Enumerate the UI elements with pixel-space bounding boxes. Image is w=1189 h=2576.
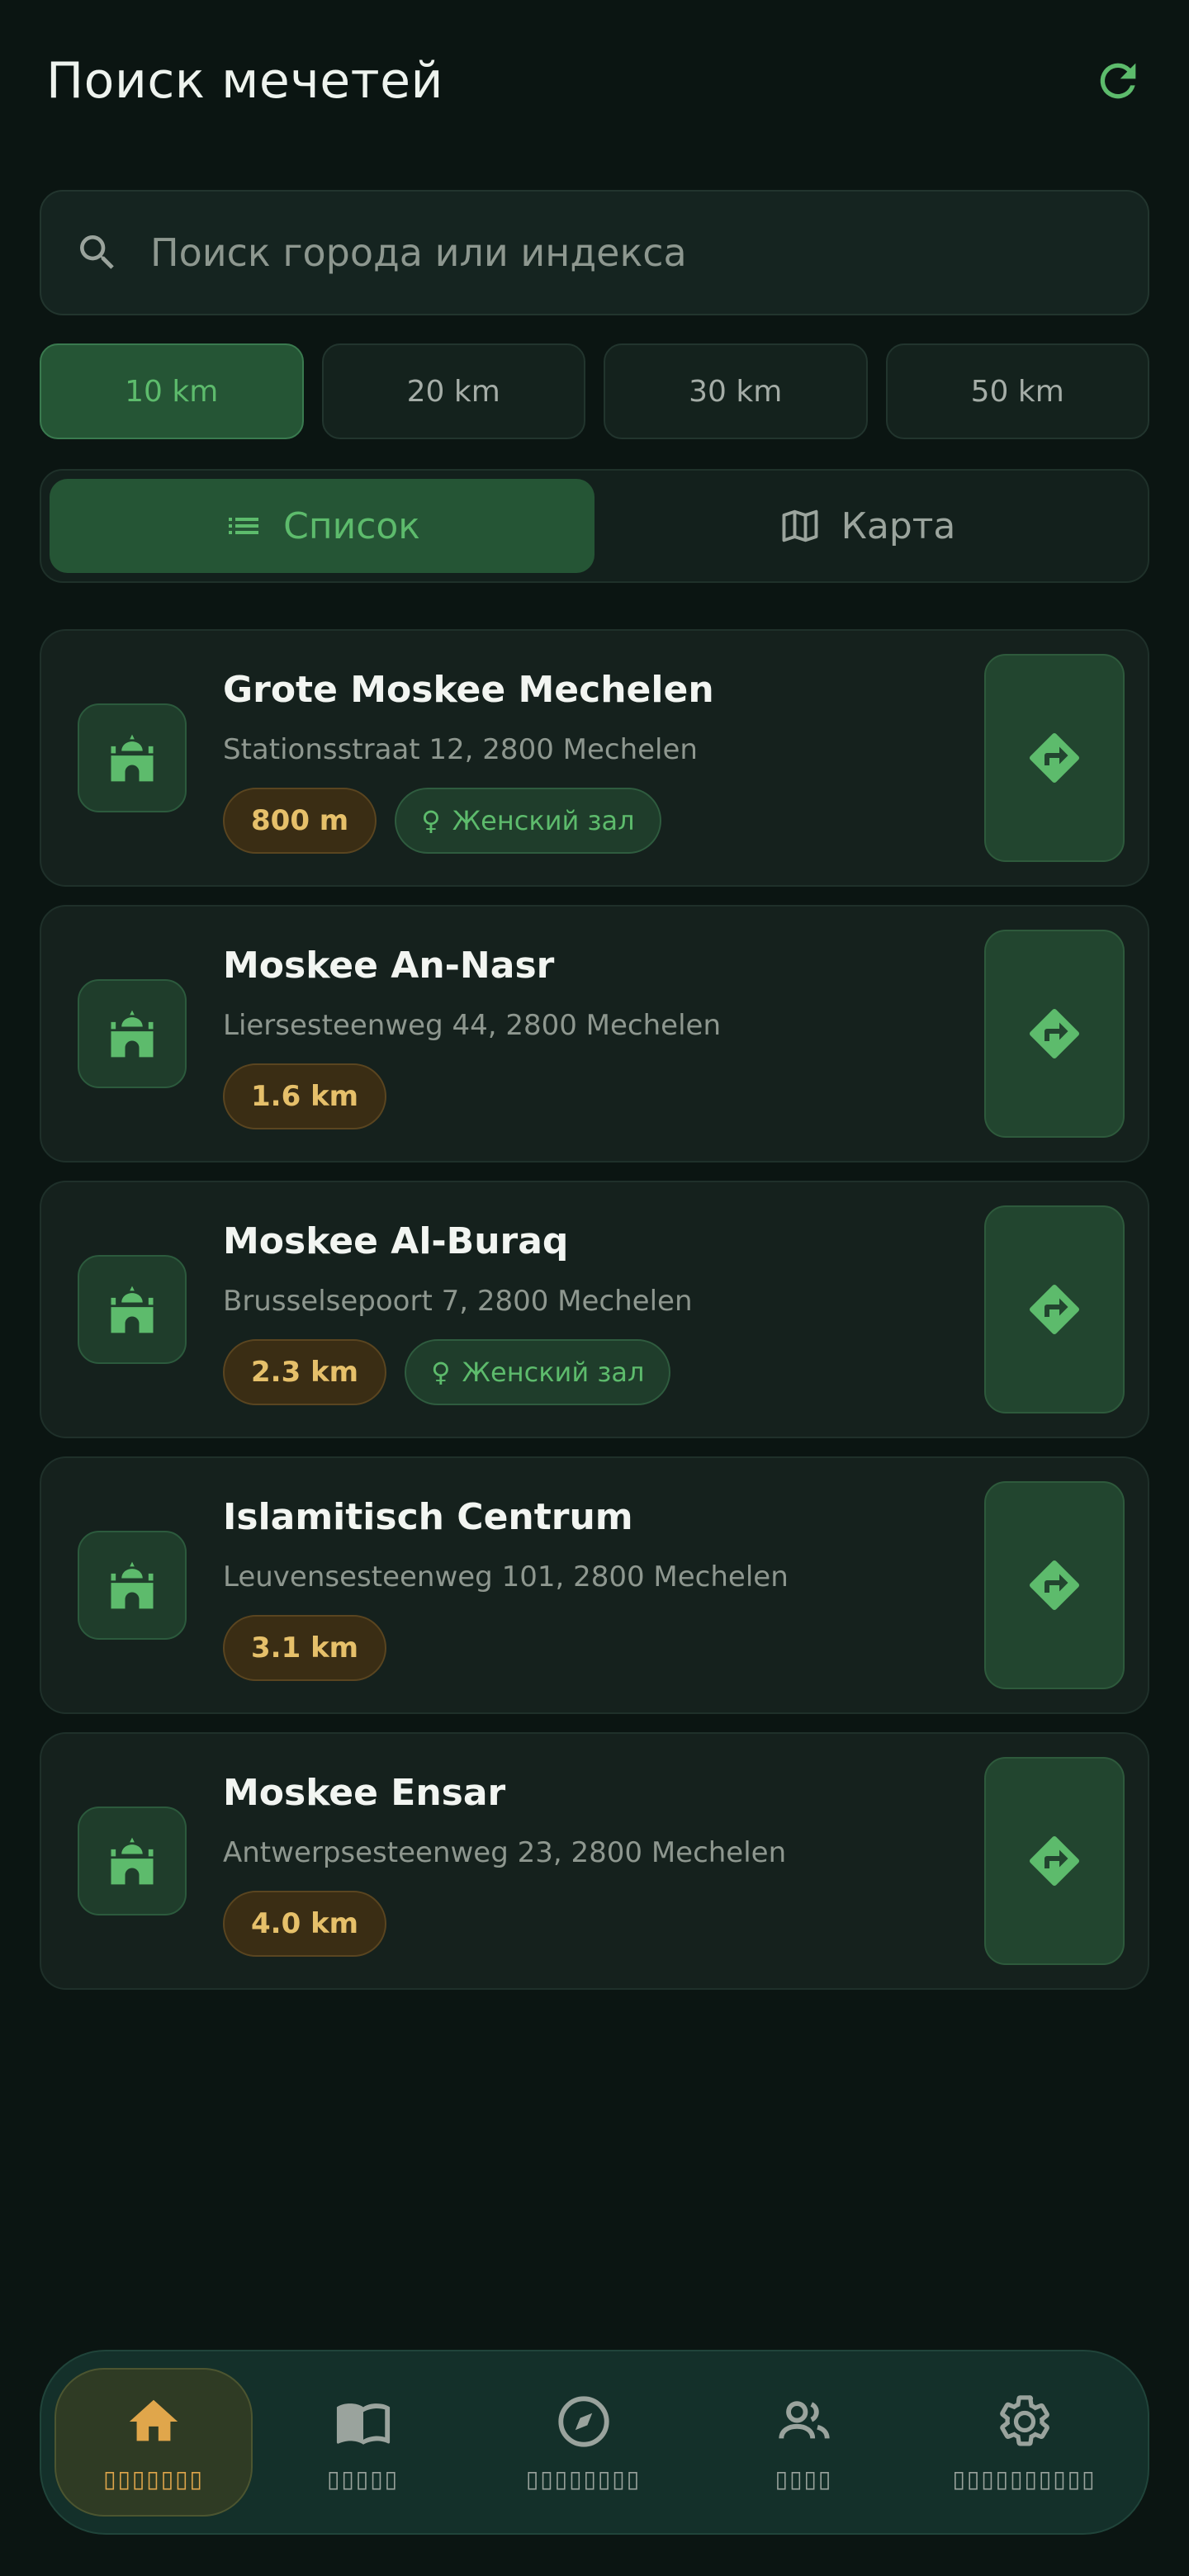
distance-badge: 2.3 km: [223, 1339, 387, 1405]
women-hall-badge: ♀ Женский зал: [405, 1339, 671, 1405]
map-view-label: Карта: [841, 504, 956, 547]
mosque-icon: [111, 1837, 154, 1885]
mosque-name: Grote Moskee Mechelen: [223, 669, 714, 711]
list-view-button[interactable]: Список: [50, 479, 594, 573]
home-icon: [129, 2399, 178, 2441]
list-icon: [229, 518, 259, 534]
header: Поиск мечетей: [46, 46, 1149, 116]
directions-button[interactable]: [984, 1757, 1125, 1965]
directions-icon: [1029, 1835, 1080, 1887]
radius-30km-chip[interactable]: 30 km: [604, 343, 868, 439]
settings-icon: [999, 2394, 1049, 2446]
nav-label: ▯▯▯▯: [775, 2465, 833, 2493]
mosque-icon-box: [78, 1255, 187, 1364]
map-icon: [782, 509, 818, 542]
map-view-button[interactable]: Карта: [594, 479, 1139, 573]
directions-button[interactable]: [984, 1205, 1125, 1413]
search-bar[interactable]: [40, 190, 1149, 315]
badges: 800 m ♀ Женский зал: [223, 788, 661, 854]
search-input[interactable]: [150, 230, 1148, 275]
compass-icon: [557, 2395, 609, 2447]
distance-badge: 3.1 km: [223, 1615, 387, 1681]
nav-item-settings[interactable]: ▯▯▯▯▯▯▯▯▯▯: [914, 2368, 1135, 2517]
nav-label: ▯▯▯▯▯: [326, 2465, 400, 2493]
nav-item-home[interactable]: ▯▯▯▯▯▯▯: [54, 2368, 253, 2517]
directions-icon: [1029, 1008, 1080, 1059]
directions-button[interactable]: [984, 1481, 1125, 1689]
nav-item-compass[interactable]: ▯▯▯▯▯▯▯▯: [473, 2368, 694, 2517]
mosque-icon-box: [78, 1807, 187, 1915]
mosque-list: Grote Moskee Mechelen Stationsstraat 12,…: [40, 629, 1149, 2008]
nav-label: ▯▯▯▯▯▯▯▯▯▯: [952, 2465, 1097, 2493]
mosque-card[interactable]: Grote Moskee Mechelen Stationsstraat 12,…: [40, 629, 1149, 887]
distance-badge: 1.6 km: [223, 1063, 387, 1129]
directions-icon: [1029, 1560, 1080, 1611]
nav-label: ▯▯▯▯▯▯▯▯: [525, 2465, 642, 2493]
female-icon: ♀: [421, 805, 441, 836]
people-icon: [778, 2400, 830, 2439]
radius-filter: 10 km 20 km 30 km 50 km: [40, 343, 1149, 439]
bottom-nav: ▯▯▯▯▯▯▯ ▯▯▯▯▯ ▯▯▯▯▯▯▯▯ ▯▯▯▯ ▯▯▯▯▯▯▯▯▯▯: [40, 2350, 1149, 2535]
mosque-icon-box: [78, 979, 187, 1088]
distance-badge: 800 m: [223, 788, 377, 854]
nav-item-people[interactable]: ▯▯▯▯: [694, 2368, 914, 2517]
mosque-icon-box: [78, 1531, 187, 1640]
badges: 4.0 km: [223, 1891, 387, 1957]
radius-50km-chip[interactable]: 50 km: [885, 343, 1149, 439]
nav-label: ▯▯▯▯▯▯▯: [103, 2465, 204, 2493]
mosque-card[interactable]: Moskee An-Nasr Liersesteenweg 44, 2800 M…: [40, 905, 1149, 1163]
female-icon: ♀: [431, 1357, 451, 1388]
directions-button[interactable]: [984, 654, 1125, 862]
women-hall-label: Женский зал: [462, 1357, 645, 1388]
mosque-name: Islamitisch Centrum: [223, 1496, 633, 1538]
radius-20km-chip[interactable]: 20 km: [321, 343, 585, 439]
mosque-name: Moskee Ensar: [223, 1772, 506, 1814]
refresh-button[interactable]: [1087, 50, 1149, 112]
mosque-address: Leuvensesteenweg 101, 2800 Mechelen: [223, 1560, 789, 1593]
badges: 1.6 km: [223, 1063, 387, 1129]
mosque-address: Stationsstraat 12, 2800 Mechelen: [223, 733, 698, 766]
badges: 2.3 km ♀ Женский зал: [223, 1339, 671, 1405]
nav-item-book[interactable]: ▯▯▯▯▯: [253, 2368, 473, 2517]
mosque-name: Moskee An-Nasr: [223, 945, 555, 987]
mosque-card[interactable]: Moskee Al-Buraq Brusselsepoort 7, 2800 M…: [40, 1181, 1149, 1438]
directions-icon: [1029, 1284, 1080, 1335]
refresh-icon: [1100, 63, 1136, 99]
mosque-icon: [111, 1010, 154, 1058]
mosque-icon-box: [78, 703, 187, 812]
radius-10km-chip[interactable]: 10 km: [40, 343, 304, 439]
book-icon: [336, 2403, 390, 2445]
directions-button[interactable]: [984, 930, 1125, 1138]
mosque-icon: [111, 1286, 154, 1333]
distance-badge: 4.0 km: [223, 1891, 387, 1957]
mosque-card[interactable]: Islamitisch Centrum Leuvensesteenweg 101…: [40, 1456, 1149, 1714]
mosque-name: Moskee Al-Buraq: [223, 1220, 569, 1262]
mosque-icon: [111, 734, 154, 782]
page-title: Поиск мечетей: [46, 52, 444, 110]
women-hall-label: Женский зал: [452, 805, 635, 836]
directions-icon: [1029, 732, 1080, 784]
list-view-label: Список: [283, 504, 420, 547]
mosque-address: Brusselsepoort 7, 2800 Mechelen: [223, 1285, 693, 1318]
search-icon: [80, 235, 114, 269]
women-hall-badge: ♀ Женский зал: [395, 788, 661, 854]
mosque-icon: [111, 1561, 154, 1609]
view-toggle: Список Карта: [40, 469, 1149, 583]
mosque-address: Antwerpsesteenweg 23, 2800 Mechelen: [223, 1836, 787, 1869]
badges: 3.1 km: [223, 1615, 387, 1681]
mosque-address: Liersesteenweg 44, 2800 Mechelen: [223, 1009, 722, 1042]
mosque-card[interactable]: Moskee Ensar Antwerpsesteenweg 23, 2800 …: [40, 1732, 1149, 1990]
